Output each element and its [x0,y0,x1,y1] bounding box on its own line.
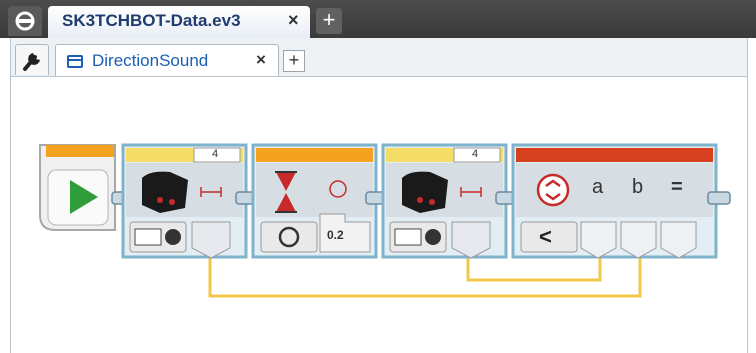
sequence-plug-end[interactable] [707,191,731,205]
compare-input-a-label: a [592,176,604,198]
compare-input-b-label: b [632,176,644,198]
ultrasonic-sensor-block-1[interactable] [121,143,248,259]
sensor-port-label-2[interactable]: 4 [472,148,478,160]
compare-operator-label: < [539,224,552,249]
ultrasonic-sensor-block-2[interactable] [381,143,508,259]
wait-mode-selector[interactable] [260,221,318,253]
wait-seconds-value: 0.2 [327,228,344,242]
compare-result-label: = [671,176,683,198]
ev3-editor-window: SK3TCHBOT-Data.ev3 × + DirectionSound × … [0,0,756,353]
ultrasonic-sensor-icon [142,171,188,213]
ultrasonic-sensor-icon-2 [402,171,448,213]
sensor-port-label-1[interactable]: 4 [212,148,218,160]
wait-block[interactable] [251,143,378,259]
start-block[interactable] [39,144,116,231]
